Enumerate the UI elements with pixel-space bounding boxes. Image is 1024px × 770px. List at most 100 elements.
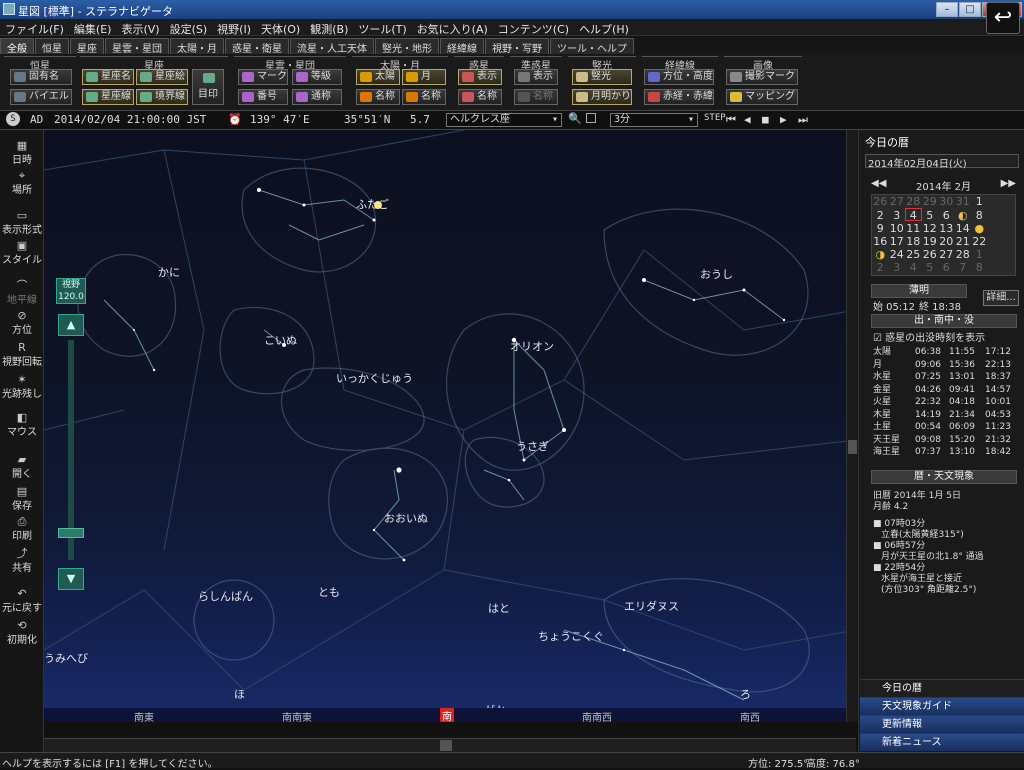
longitude[interactable]: 139° 47′E (250, 113, 310, 126)
nav-news[interactable]: 新着ニュース (860, 733, 1024, 751)
tab-stars[interactable]: 恒星 (35, 38, 69, 55)
tab-planets[interactable]: 惑星・衛星 (225, 38, 289, 55)
tab-fov[interactable]: 視野・写野 (485, 38, 549, 55)
star-chart-view[interactable]: かに ふたご おうし こいぬ いっかくじゅう オリオン うさぎ おおいぬ らしん… (44, 130, 856, 722)
sun-button[interactable]: 太陽 (356, 69, 400, 85)
rewind-start-icon[interactable]: ⏮ (726, 113, 736, 127)
tab-tools[interactable]: ツール・ヘルプ (550, 38, 634, 55)
return-icon[interactable]: ↩ (986, 2, 1020, 34)
search-icon[interactable]: 🔍 (568, 112, 582, 125)
display-mode-tool[interactable]: ▭ 表示形式 (0, 210, 44, 236)
tab-nebula[interactable]: 星雲・星団 (105, 38, 169, 55)
nav-updates[interactable]: 更新情報 (860, 715, 1024, 733)
common-name-button[interactable]: 通称 (292, 89, 342, 105)
tab-sky-light[interactable]: 竪光・地形 (375, 38, 439, 55)
fov-rotate-tool[interactable]: R 視野回転 (0, 342, 44, 368)
constellation-name-button[interactable]: 星座名 (82, 69, 134, 85)
fov-slider[interactable]: 視野 120.0 ▲ ▼ (56, 278, 86, 596)
calendar-grid[interactable]: 26 27 28 29 30 31 1 2 3 4 5 6 ◐ 8 9 10 11 12 13 14 ● 16 17 1… (871, 194, 1016, 276)
moon-button[interactable]: 月 (402, 69, 446, 85)
proper-name-button[interactable]: 固有名 (10, 69, 72, 85)
moon-name-button[interactable]: 名称 (402, 89, 446, 105)
horizon-tool[interactable]: ⌒ 地平線 (0, 280, 44, 306)
dwarf-name-button[interactable]: 名称 (514, 89, 558, 105)
magnitude-button[interactable]: 等級 (292, 69, 342, 85)
moonlight-button[interactable]: 月明かり (572, 89, 632, 105)
constellation-art-button[interactable]: 星座絵 (136, 69, 188, 85)
step-back-icon[interactable]: ◀ (744, 113, 751, 126)
menu-file[interactable]: ファイル(F) (0, 19, 69, 39)
menu-view[interactable]: 表示(V) (116, 19, 164, 39)
ra-dec-grid-button[interactable]: 赤経・赤緯 (644, 89, 714, 105)
bayer-button[interactable]: バイエル (10, 89, 72, 105)
tab-meteors[interactable]: 流星・人工天体 (290, 38, 374, 55)
menu-contents[interactable]: コンテンツ(C) (493, 19, 574, 39)
tab-general[interactable]: 全般 (0, 38, 34, 55)
save-tool[interactable]: ▤ 保存 (0, 486, 44, 512)
datetime[interactable]: 2014/02/04 21:00:00 JST (54, 113, 206, 126)
mark-button[interactable]: マーク (238, 69, 288, 85)
open-tool[interactable]: ▰ 開く (0, 454, 44, 480)
menu-fov[interactable]: 視野(I) (212, 19, 256, 39)
tab-constellations[interactable]: 星座 (70, 38, 104, 55)
step-icon[interactable]: STEP (704, 113, 726, 123)
fov-thumb[interactable] (58, 528, 84, 538)
menu-help[interactable]: ヘルプ(H) (574, 19, 634, 39)
datetime-tool[interactable]: ▦ 日時 (0, 140, 44, 166)
rise-set-checkbox[interactable]: ☑ 惑星の出没時刻を表示 (873, 329, 985, 344)
menu-objects[interactable]: 天体(O) (256, 19, 305, 39)
tab-grid[interactable]: 経緯線 (440, 38, 484, 55)
next-year-icon[interactable]: ▶▶ (1001, 178, 1016, 189)
zoom-in-arrow-icon[interactable]: ▲ (58, 314, 84, 336)
zoom-out-arrow-icon[interactable]: ▼ (58, 568, 84, 590)
tab-sun-moon[interactable]: 太陽・月 (170, 38, 224, 55)
menu-settings[interactable]: 設定(S) (165, 19, 213, 39)
nav-phenomena-guide[interactable]: 天文現象ガイド (860, 697, 1024, 715)
menu-tools[interactable]: ツール(T) (353, 19, 411, 39)
trail-tool[interactable]: ✶ 光跡残し (0, 374, 44, 400)
dwarf-show-button[interactable]: 表示 (514, 69, 558, 85)
reset-tool[interactable]: ⟲ 初期化 (0, 620, 44, 646)
nav-today-calendar[interactable]: 今日の暦 (860, 679, 1024, 697)
maximize-button[interactable]: □ (959, 2, 981, 17)
number-button[interactable]: 番号 (238, 89, 288, 105)
hscroll-thumb[interactable] (440, 740, 452, 751)
share-tool[interactable]: ⤴ 共有 (0, 548, 44, 574)
prev-year-icon[interactable]: ◀◀ (871, 178, 886, 189)
stop-icon[interactable]: ■ (762, 113, 769, 126)
location-tool[interactable]: ⌖ 場所 (0, 170, 44, 196)
marker-button[interactable]: 目印 (192, 69, 224, 105)
time-step-select[interactable]: 3分 ▾ (610, 113, 698, 127)
detail-button[interactable]: 詳細... (983, 290, 1019, 306)
vertical-scrollbar[interactable] (846, 130, 858, 722)
sun-name-button[interactable]: 名称 (356, 89, 400, 105)
limit-magnitude[interactable]: 5.7 (410, 113, 430, 126)
print-tool[interactable]: ⎙ 印刷 (0, 516, 44, 542)
menu-observe[interactable]: 観測(B) (305, 19, 353, 39)
minimize-button[interactable]: – (936, 2, 958, 17)
boundary-lines-button[interactable]: 境界線 (136, 89, 188, 105)
mouse-tool[interactable]: ◧ マウス (0, 412, 44, 438)
fov-track[interactable] (68, 340, 74, 560)
list-icon[interactable] (586, 113, 596, 123)
vscroll-thumb[interactable] (848, 440, 857, 454)
direction-tool[interactable]: ⊘ 方位 (0, 310, 44, 336)
forward-end-icon[interactable]: ⏭ (798, 113, 808, 127)
sky-icon[interactable]: S (6, 112, 20, 126)
constellation-lines-button[interactable]: 星座線 (82, 89, 134, 105)
alt-az-grid-button[interactable]: 方位・高度 (644, 69, 714, 85)
latitude[interactable]: 35°51′N (344, 113, 390, 126)
mapping-button[interactable]: マッピング (726, 89, 798, 105)
photo-mark-button[interactable]: 撮影マーク (726, 69, 798, 85)
menu-edit[interactable]: 編集(E) (69, 19, 117, 39)
planet-name-button[interactable]: 名称 (458, 89, 502, 105)
step-forward-icon[interactable]: ▶ (780, 113, 787, 126)
target-select[interactable]: ヘルクレス座 ▾ (446, 113, 562, 127)
planet-show-button[interactable]: 表示 (458, 69, 502, 85)
style-tool[interactable]: ▣ スタイル (0, 240, 44, 266)
undo-tool[interactable]: ↶ 元に戻す (0, 588, 44, 614)
horizontal-scrollbar[interactable] (44, 738, 856, 752)
alarm-icon[interactable]: ⏰ (228, 113, 242, 126)
skylight-button[interactable]: 竪光 (572, 69, 632, 85)
menu-favorites[interactable]: お気に入り(A) (412, 19, 493, 39)
